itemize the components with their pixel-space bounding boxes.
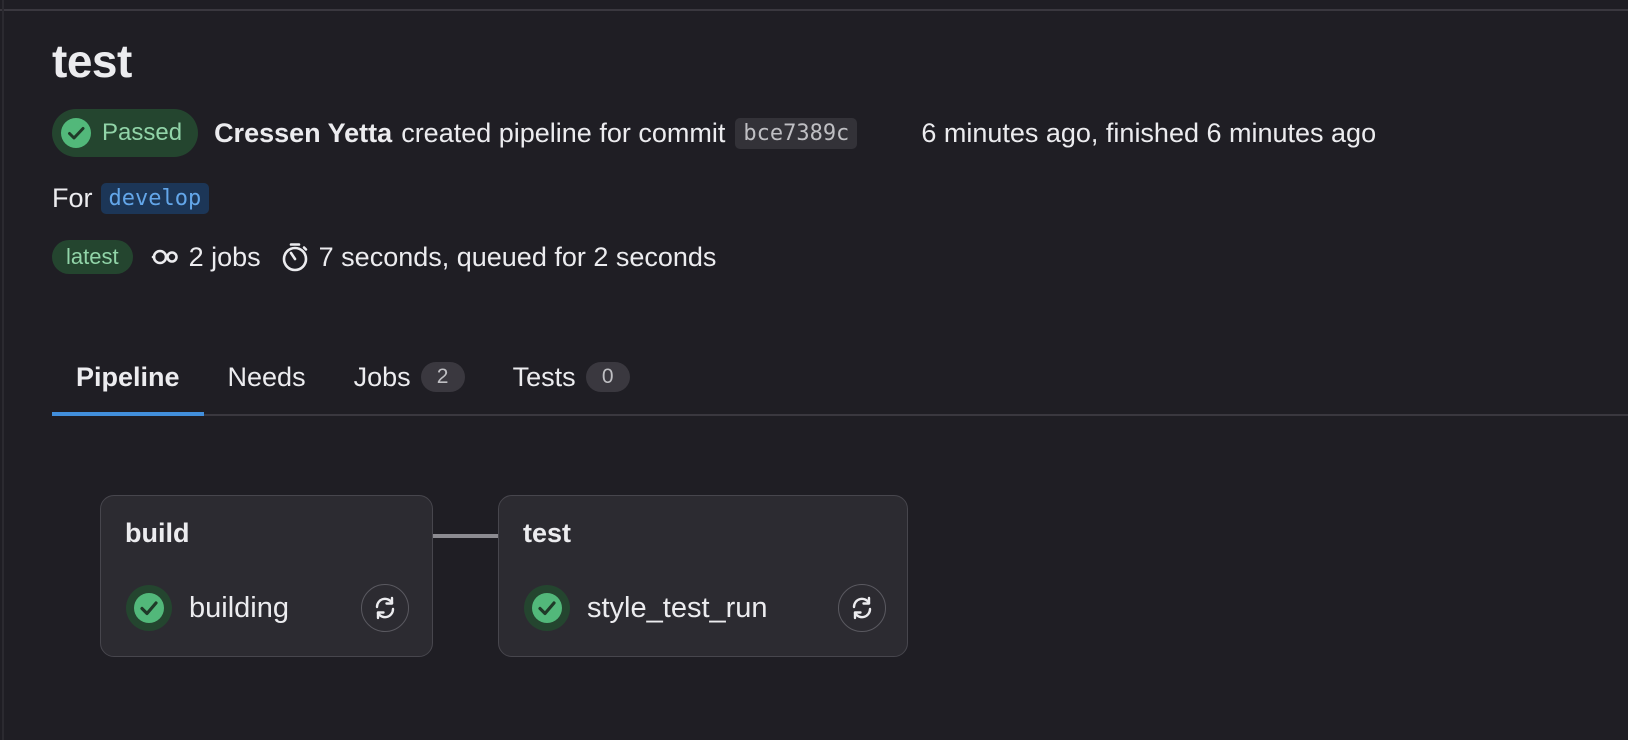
check-circle-icon [524, 585, 570, 631]
job-building[interactable]: building [125, 584, 289, 632]
pipeline-duration: 7 seconds, queued for 2 seconds [318, 241, 717, 272]
stage-title: build [125, 518, 190, 548]
pipeline-timing: 6 minutes ago, finished 6 minutes ago [921, 117, 1377, 148]
job-style-test-run[interactable]: style_test_run [523, 584, 768, 632]
retry-icon [852, 596, 872, 620]
branch-row: For develop [52, 180, 210, 216]
status-badge-label: Passed [102, 119, 183, 146]
tab-jobs-count: 2 [420, 362, 465, 392]
tab-needs-label: Needs [227, 361, 306, 392]
for-label: For [52, 182, 93, 213]
stage-build: build building [100, 495, 433, 657]
tab-jobs-label: Jobs [353, 361, 411, 392]
job-name: style_test_run [587, 591, 768, 624]
top-divider [0, 9, 1628, 11]
tab-tests-count: 0 [585, 362, 630, 392]
latest-badge: latest [52, 240, 133, 274]
pipeline-jobs-icon [151, 249, 178, 265]
tab-jobs[interactable]: Jobs 2 [330, 340, 489, 414]
retry-icon [375, 596, 395, 620]
tab-tests-label: Tests [512, 361, 576, 392]
retry-button[interactable] [361, 584, 409, 632]
stage-test: test style_test_run [498, 495, 908, 657]
stopwatch-icon [282, 243, 307, 272]
stage-title: test [523, 518, 572, 548]
status-badge[interactable]: Passed [52, 109, 199, 157]
job-name: building [189, 591, 289, 624]
action-text: created pipeline for commit [401, 117, 726, 148]
check-circle-icon [126, 585, 172, 631]
page-title: test [52, 35, 132, 87]
tab-needs[interactable]: Needs [204, 340, 330, 414]
check-circle-icon [61, 118, 91, 148]
jobs-count: 2 jobs [188, 241, 261, 272]
retry-button[interactable] [838, 584, 886, 632]
pipeline-info-row: Passed Cressen Yetta created pipeline fo… [52, 109, 1376, 157]
tab-tests[interactable]: Tests 0 [489, 340, 654, 414]
left-divider [2, 0, 4, 740]
commit-sha-link[interactable]: bce7389c [735, 117, 858, 149]
pipeline-meta-row: latest 2 jobs 7 seconds, queued for 2 se… [52, 239, 716, 275]
branch-link[interactable]: develop [100, 182, 210, 214]
author-link[interactable]: Cressen Yetta [214, 118, 392, 149]
tab-pipeline[interactable]: Pipeline [52, 340, 204, 416]
pipeline-tabs: Pipeline Needs Jobs 2 Tests 0 [52, 340, 1628, 416]
stage-connector [433, 534, 498, 538]
tab-pipeline-label: Pipeline [76, 361, 180, 392]
